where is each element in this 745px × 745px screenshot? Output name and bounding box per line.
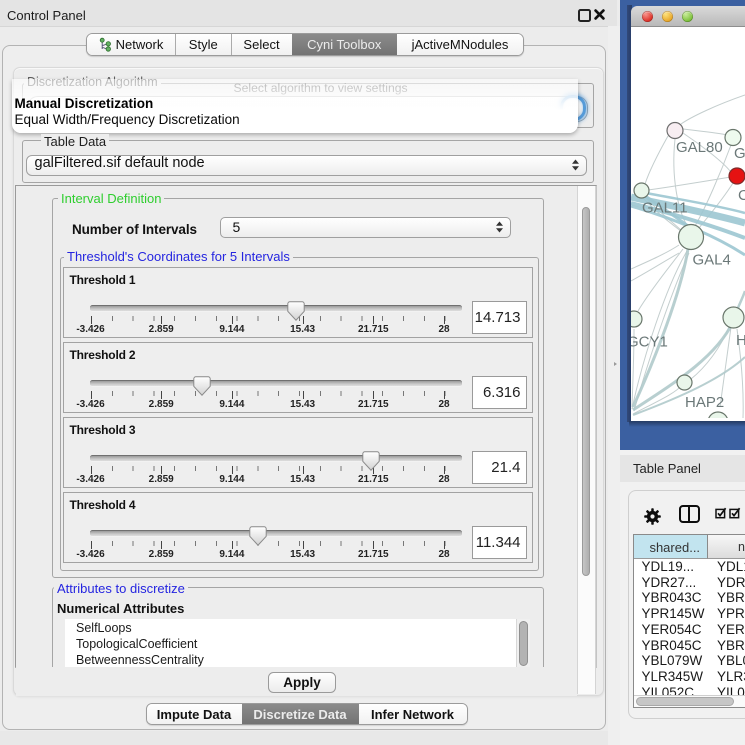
svg-text:HAP2: HAP2 [685,394,724,411]
svg-text:GAL80: GAL80 [676,139,723,156]
svg-text:GAL2: GAL2 [734,145,745,162]
svg-text:GAL11: GAL11 [642,200,688,217]
svg-text:HAP4: HAP4 [736,332,745,349]
svg-text:GAL4: GAL4 [693,252,731,269]
svg-text:GCY1: GCY1 [631,334,668,351]
svg-text:CRM1: CRM1 [738,187,745,204]
